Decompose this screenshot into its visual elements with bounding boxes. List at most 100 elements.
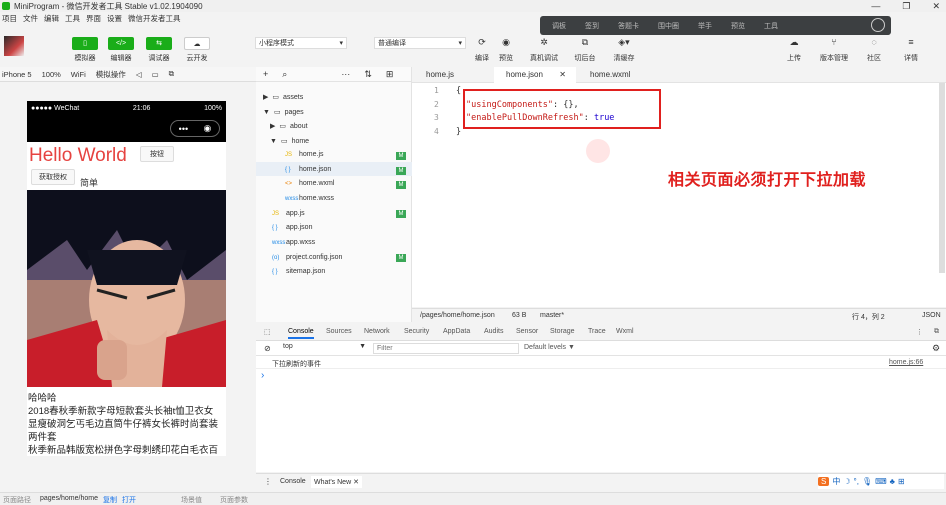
dock-icon[interactable]: ⧉ [934,328,939,336]
clear-console-icon[interactable]: ⊘ [264,344,271,353]
log-levels-select[interactable]: Default levels ▼ [524,344,575,351]
tree-folder-pages[interactable]: ▼ ▭ pages [263,108,304,117]
more-icon[interactable]: ··· [341,69,350,79]
tree-folder-assets[interactable]: ▶ ▭ assets [263,93,303,102]
editor-scrollbar[interactable] [939,83,945,273]
tree-file-home-wxss[interactable]: wxss home.wxss [285,195,334,202]
cursor-position[interactable]: 行 4，列 2 [852,312,885,322]
grid-icon[interactable]: ⊞ [898,477,905,486]
copy-link[interactable]: 复制 [103,495,117,505]
tab-home-wxml[interactable]: home.wxml [576,67,658,83]
menu-settings[interactable]: 设置 [107,13,122,25]
tree-file-project-config[interactable]: (o) project.config.json [272,254,342,261]
eye-icon[interactable]: ◉ [496,37,516,48]
tab-home-json[interactable]: home.json ✕ [494,67,576,83]
simulator-toggle-button[interactable]: ▯ [72,37,98,50]
gear-icon[interactable]: ⚙ [932,343,940,354]
float-item-circle[interactable]: 围中圈 [658,21,679,31]
avatar[interactable] [4,36,24,56]
tab-console[interactable]: Console [288,328,314,339]
menu-tools[interactable]: 工具 [65,13,80,25]
editor-toggle-button[interactable]: </> [108,37,134,50]
float-item-preview[interactable]: 预览 [731,21,745,31]
tree-file-sitemap[interactable]: { } sitemap.json [272,268,325,275]
authorize-button[interactable]: 获取授权 [31,169,75,185]
float-item-board[interactable]: 调板 [552,21,566,31]
tree-file-home-js[interactable]: JS home.js [285,151,324,158]
tree-folder-about[interactable]: ▶ ▭ about [270,122,308,131]
context-select[interactable]: top ▼ [280,343,368,354]
close-icon[interactable]: ✕ [559,67,566,83]
details-icon[interactable]: ≡ [901,37,921,47]
upload-icon[interactable]: ☁ [784,37,804,48]
menu-file[interactable]: 文件 [23,13,38,25]
sort-icon[interactable]: ⇅ [364,69,372,80]
console-prompt[interactable]: › [261,370,264,381]
float-item-signin[interactable]: 签到 [585,21,599,31]
moon-icon[interactable]: ☽ [843,477,850,486]
tab-wxml[interactable]: Wxml [616,328,634,335]
punctuation-icon[interactable]: °, [854,477,859,486]
tree-file-app-wxss[interactable]: wxss app.wxss [272,239,315,246]
tab-audits[interactable]: Audits [484,328,503,335]
volume-icon[interactable]: ◁ [136,70,142,79]
tree-file-home-json[interactable]: { } home.json [285,166,331,173]
mic-icon[interactable]: 🎙 [862,477,872,486]
shirt-icon[interactable]: ♣ [890,477,895,486]
tab-home-js[interactable]: home.js [412,67,494,83]
tab-storage[interactable]: Storage [550,328,575,335]
rotate-icon[interactable]: ▭ [152,70,159,79]
console-output[interactable]: 下拉刷新的事件 home.js:66 › [256,356,946,472]
tree-file-home-wxml[interactable]: <> home.wxml [285,180,334,187]
float-item-raise-hand[interactable]: 举手 [698,21,712,31]
tab-sources[interactable]: Sources [326,328,352,335]
popout-icon[interactable]: ⧉ [169,69,174,79]
tab-trace[interactable]: Trace [588,328,606,335]
simulate-ops-select[interactable]: 模拟操作 [96,69,126,80]
menu-view[interactable]: 界面 [86,13,101,25]
tree-folder-home[interactable]: ▼ ▭ home [270,137,309,146]
tab-sensor[interactable]: Sensor [516,328,538,335]
tree-file-app-js[interactable]: JS app.js [272,210,305,217]
drawer-tab-whats-new[interactable]: What's New ✕ [311,476,362,488]
layers-icon[interactable]: ◈▾ [614,37,634,48]
inspect-icon[interactable]: ⬚ [264,328,271,336]
bug-icon[interactable]: ✲ [534,37,554,48]
tree-file-app-json[interactable]: { } app.json [272,224,312,231]
drawer-tab-console[interactable]: Console [280,478,306,485]
split-icon[interactable]: ⊞ [386,69,394,80]
tab-network[interactable]: Network [364,328,390,335]
float-item-answer[interactable]: 答题卡 [618,21,639,31]
open-link[interactable]: 打开 [122,495,136,505]
search-icon[interactable]: ⌕ [282,69,287,80]
page-params-label[interactable]: 页面参数 [220,495,248,505]
ime-lang-indicator[interactable]: 中 [832,476,840,487]
tab-security[interactable]: Security [404,328,429,335]
menu-edit[interactable]: 编辑 [44,13,59,25]
power-icon[interactable] [871,18,885,32]
log-source-link[interactable]: home.js:66 [889,359,923,366]
more-vert-icon[interactable]: ⋮ [264,477,272,486]
page-button[interactable]: 按钮 [140,146,174,162]
sogou-icon[interactable]: S [818,477,830,486]
minimize-button[interactable]: — [871,0,880,12]
tab-appdata[interactable]: AppData [443,328,470,335]
menu-wechat-devtools[interactable]: 微信开发者工具 [128,13,181,25]
switch-background-icon[interactable]: ⧉ [575,37,595,48]
more-icon[interactable]: ••• [179,124,188,134]
debugger-toggle-button[interactable]: ⇆ [146,37,172,50]
scene-label[interactable]: 场景值 [181,495,202,505]
console-filter-input[interactable] [373,343,519,354]
network-select[interactable]: WiFi [71,70,86,79]
cloud-dev-button[interactable]: ☁ [184,37,210,50]
add-icon[interactable]: + [263,69,268,79]
community-icon[interactable]: ◌ [864,37,884,47]
language-mode[interactable]: JSON [922,312,941,319]
capsule-menu[interactable]: ••• ◉ [170,120,220,137]
git-branch[interactable]: master* [540,312,564,319]
compile-select[interactable]: 普通编译 ▾ [374,37,466,49]
more-vert-icon[interactable]: ⋮ [916,328,923,336]
keyboard-icon[interactable]: ⌨ [875,477,887,486]
maximize-button[interactable]: ❐ [902,0,910,12]
menu-project[interactable]: 项目 [2,13,17,25]
